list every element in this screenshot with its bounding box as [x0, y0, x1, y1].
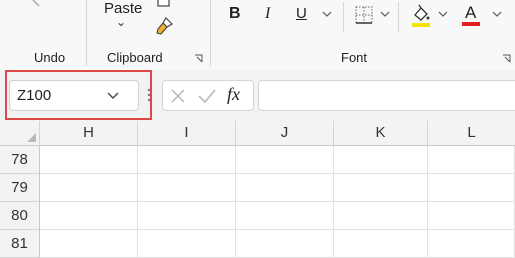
fill-color-dropdown-icon[interactable] [438, 10, 448, 18]
column-header-h[interactable]: H [40, 121, 138, 146]
clipboard-group-label: Clipboard [107, 50, 163, 65]
grid-cell[interactable] [138, 174, 236, 202]
underline-button[interactable]: U [296, 5, 307, 22]
italic-button[interactable]: I [265, 5, 270, 23]
grid-cell[interactable] [236, 146, 334, 174]
grid-cell[interactable] [138, 202, 236, 230]
grid-cell[interactable] [40, 146, 138, 174]
borders-icon[interactable] [354, 5, 374, 25]
grid-cell[interactable] [236, 202, 334, 230]
column-header-j[interactable]: J [236, 121, 334, 146]
borders-dropdown-icon[interactable] [380, 10, 390, 18]
grid-cell[interactable] [236, 174, 334, 202]
group-separator [210, 0, 211, 66]
font-color-button[interactable]: A [465, 3, 476, 23]
grid-cell[interactable] [428, 230, 515, 258]
row-header-78[interactable]: 78 [0, 146, 40, 174]
column-header-i[interactable]: I [138, 121, 236, 146]
group-separator [86, 0, 87, 66]
grid-cell[interactable] [236, 230, 334, 258]
row-header-81[interactable]: 81 [0, 230, 40, 258]
font-color-swatch [462, 22, 480, 26]
underline-dropdown-icon[interactable] [322, 10, 332, 18]
grid-cell[interactable] [428, 146, 515, 174]
font-color-dropdown-icon[interactable] [492, 10, 502, 18]
paste-dropdown-arrow[interactable]: ⌄ [116, 15, 126, 29]
grid-cell[interactable] [40, 230, 138, 258]
undo-group-label: Undo [34, 50, 66, 65]
grid-cell[interactable] [40, 174, 138, 202]
row-header-79[interactable]: 79 [0, 174, 40, 202]
grid-cell[interactable] [334, 174, 428, 202]
name-box-highlight [5, 70, 152, 120]
column-header-k[interactable]: K [334, 121, 428, 146]
font-dialog-launcher-icon[interactable] [502, 54, 511, 63]
column-header-l[interactable]: L [428, 121, 515, 146]
formula-actions: fx [162, 80, 254, 111]
format-painter-icon[interactable] [155, 16, 175, 36]
font-group-label: Font [341, 50, 368, 65]
font-separator [343, 2, 344, 32]
fill-color-icon[interactable] [409, 3, 433, 29]
select-all-corner[interactable] [0, 121, 40, 146]
clipboard-dialog-launcher-icon[interactable] [194, 54, 203, 63]
worksheet-grid: H I J K L 78 79 80 81 [0, 121, 515, 258]
insert-function-button[interactable]: fx [227, 84, 240, 105]
grid-cell[interactable] [428, 174, 515, 202]
grid-cell[interactable] [428, 202, 515, 230]
bold-button[interactable]: B [229, 5, 241, 23]
grid-cell[interactable] [138, 230, 236, 258]
cancel-icon[interactable] [170, 88, 186, 104]
undo-icon[interactable] [30, 0, 48, 10]
font-separator [398, 2, 399, 32]
grid-cell[interactable] [334, 146, 428, 174]
ribbon: Undo Paste ⌄ Clipboard B I U A Font [0, 0, 515, 71]
formula-input[interactable] [258, 80, 515, 111]
highlight-swatch [412, 23, 430, 27]
enter-check-icon[interactable] [197, 88, 217, 104]
grid-cell[interactable] [334, 230, 428, 258]
grid-cell[interactable] [334, 202, 428, 230]
grid-cell[interactable] [138, 146, 236, 174]
copy-icon[interactable] [155, 0, 173, 8]
grid-cell[interactable] [40, 202, 138, 230]
row-header-80[interactable]: 80 [0, 202, 40, 230]
